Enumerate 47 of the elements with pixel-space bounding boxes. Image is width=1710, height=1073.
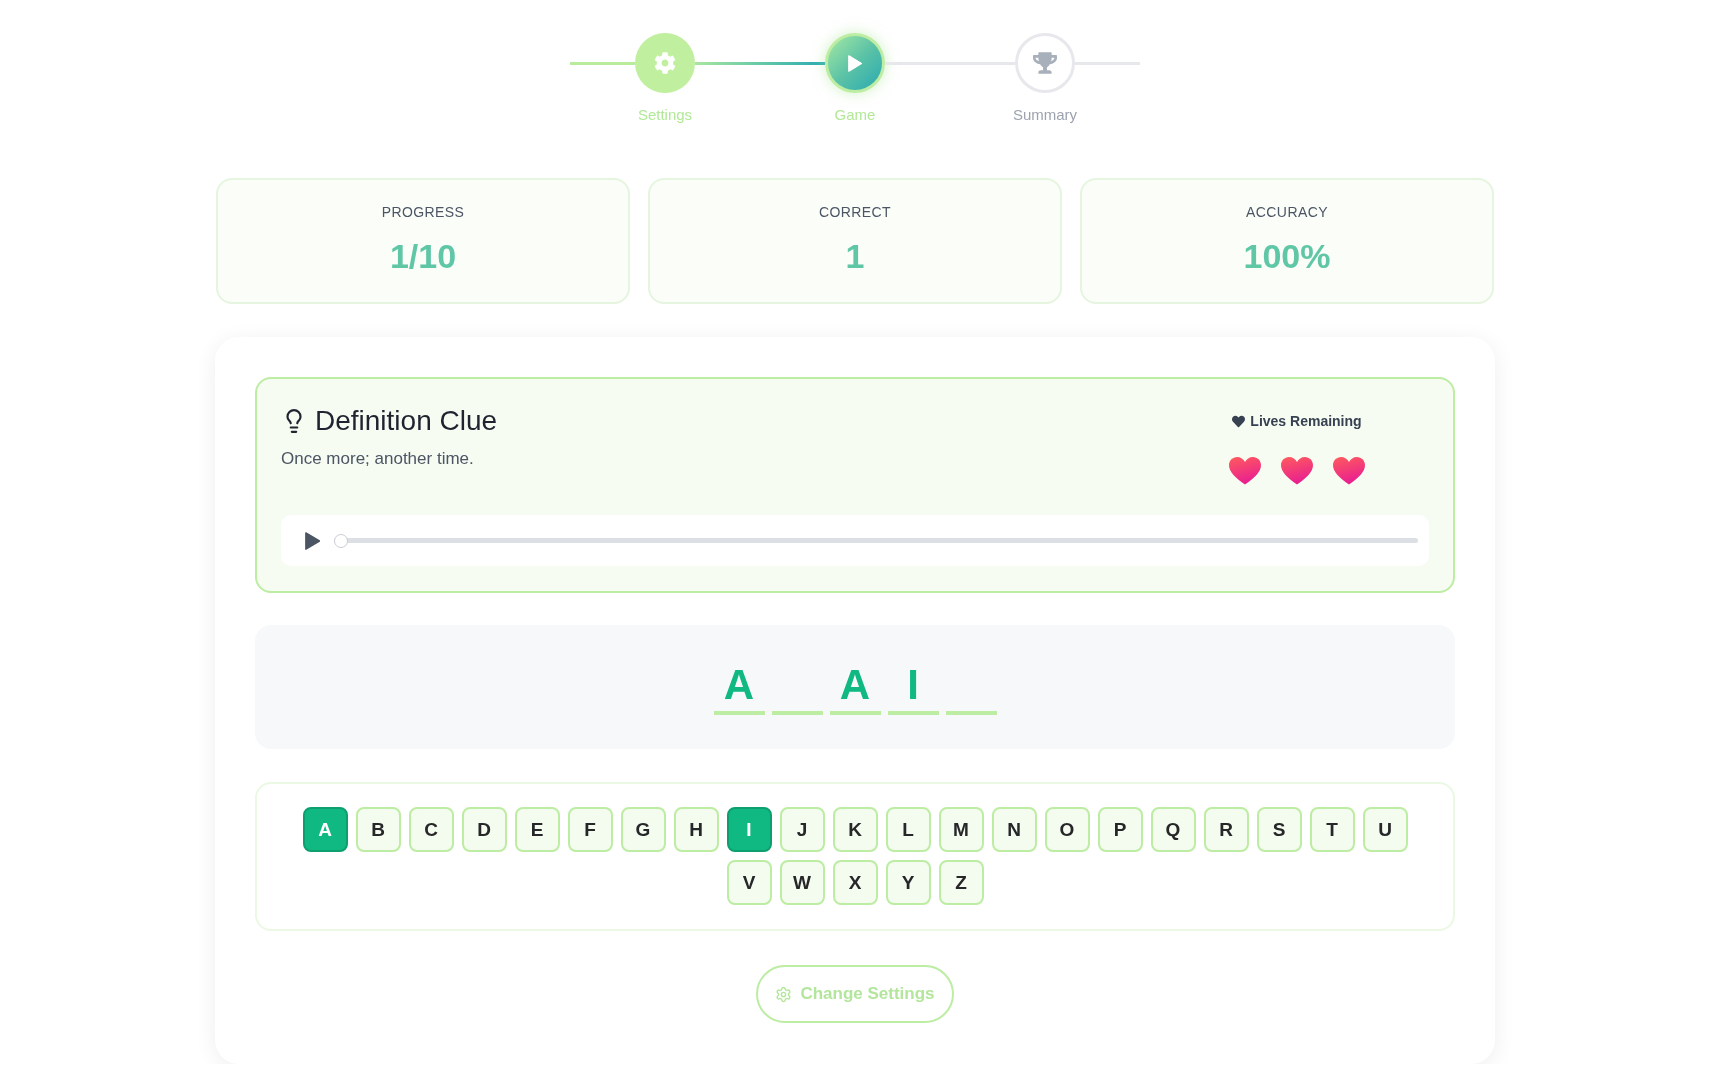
letter-key[interactable]: R: [1203, 807, 1249, 852]
letter-key[interactable]: V: [726, 860, 772, 905]
stat-label: PROGRESS: [381, 204, 465, 220]
stat-label: CORRECT: [819, 204, 891, 220]
letter-key[interactable]: Q: [1150, 807, 1196, 852]
letter-slot: A: [829, 659, 881, 715]
letter-key[interactable]: D: [461, 807, 507, 852]
letter-key[interactable]: B: [355, 807, 401, 852]
letter-key[interactable]: J: [779, 807, 825, 852]
trophy-icon: [1033, 51, 1057, 75]
gear-icon: [654, 52, 676, 74]
letter-key[interactable]: Y: [885, 860, 931, 905]
letter-key[interactable]: X: [832, 860, 878, 905]
stat-value: 1: [845, 236, 865, 276]
stat-label: ACCURACY: [1246, 204, 1328, 220]
slider-thumb[interactable]: [334, 533, 348, 548]
step-label: Summary: [1012, 106, 1078, 124]
play-icon: [848, 54, 862, 72]
settings-icon: [775, 985, 793, 1003]
step-label: Settings: [637, 106, 693, 124]
letter-key[interactable]: O: [1044, 807, 1090, 852]
letter-key[interactable]: W: [779, 860, 825, 905]
letter-key[interactable]: H: [673, 807, 719, 852]
lives-label: Lives Remaining: [1250, 412, 1362, 430]
letter-key[interactable]: U: [1362, 807, 1408, 852]
letter-key[interactable]: E: [514, 807, 560, 852]
heart-icon: [1232, 414, 1246, 428]
clue-text: Once more; another time.: [281, 448, 475, 470]
stat-value: 100%: [1243, 236, 1331, 276]
play-button[interactable]: [305, 531, 320, 550]
play-icon: [305, 531, 320, 550]
letter-key[interactable]: T: [1309, 807, 1355, 852]
letter-key[interactable]: Z: [938, 860, 984, 905]
letter-key[interactable]: N: [991, 807, 1037, 852]
letter-key[interactable]: G: [620, 807, 666, 852]
letter-key[interactable]: M: [938, 807, 984, 852]
letter-key[interactable]: P: [1097, 807, 1143, 852]
letter-key[interactable]: K: [832, 807, 878, 852]
letter-slot: A: [713, 659, 765, 715]
step-label: Game: [834, 106, 876, 124]
letter-key[interactable]: L: [885, 807, 931, 852]
clue-title: Definition Clue: [315, 404, 498, 438]
letter-key[interactable]: C: [408, 807, 454, 852]
stat-value: 1/10: [389, 236, 457, 276]
letter-key[interactable]: F: [567, 807, 613, 852]
letter-slot: I: [887, 659, 939, 715]
letter-key[interactable]: S: [1256, 807, 1302, 852]
